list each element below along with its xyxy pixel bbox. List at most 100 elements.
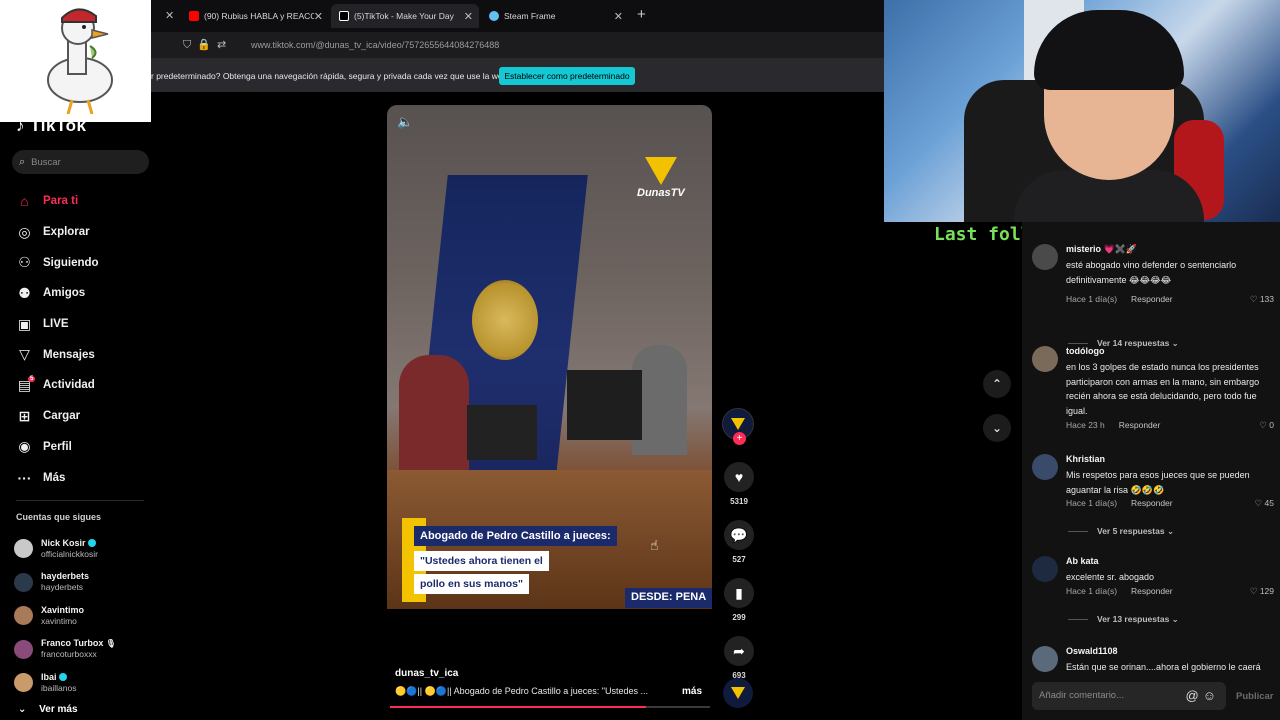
comment-username[interactable]: Ab kata <box>1066 556 1099 566</box>
heart-icon[interactable]: ♥ <box>724 462 754 492</box>
sidebar-item-para-ti[interactable]: ⌂ Para ti <box>16 186 151 217</box>
sidebar-item-perfil[interactable]: ◉ Perfil <box>16 432 151 463</box>
more-icon: ··· <box>17 469 32 486</box>
previous-video-button[interactable]: ⌃ <box>983 370 1011 398</box>
creator-avatar[interactable]: + <box>722 408 754 445</box>
comment-input[interactable]: Añadir comentario... @☺ <box>1032 682 1226 710</box>
description-more-link[interactable]: más <box>682 686 702 697</box>
sidebar-divider <box>16 500 144 501</box>
video-author[interactable]: dunas_tv_ica <box>395 668 458 679</box>
new-tab-button[interactable]: + <box>637 6 646 23</box>
set-default-button[interactable]: Establecer como predeterminado <box>499 67 635 85</box>
reply-button[interactable]: Responder <box>1131 294 1173 304</box>
view-replies-button[interactable]: Ver 13 respuestas ⌄ <box>1068 614 1179 625</box>
comment-username[interactable]: Khristian <box>1066 454 1105 464</box>
account-info: Xavintimo xavintimo <box>41 605 84 627</box>
address-bar[interactable]: ⛉🔒⇄ www.tiktok.com/@dunas_tv_ica/video/7… <box>151 32 884 59</box>
avatar[interactable] <box>1032 244 1058 270</box>
sidebar-item-amigos[interactable]: ⚉ Amigos <box>16 278 151 309</box>
avatar[interactable] <box>1032 346 1058 372</box>
infobar-message: r predeterminado? Obtenga una navegación… <box>151 71 510 81</box>
followed-account[interactable]: Franco Turbox 🎙 francoturboxxx <box>14 633 154 667</box>
sidebar-item-label: Siguiendo <box>43 256 99 269</box>
next-video-button[interactable]: ⌄ <box>983 414 1011 442</box>
like-action[interactable]: ♥ 5319 <box>722 462 756 506</box>
progress-fill <box>390 706 646 708</box>
sidebar-item-más[interactable]: ··· Más <box>16 462 151 493</box>
sidebar-item-siguiendo[interactable]: ⚇ Siguiendo <box>16 247 151 278</box>
avatar[interactable] <box>14 639 33 659</box>
sidebar-item-explorar[interactable]: ◎ Explorar <box>16 217 151 248</box>
followed-account[interactable]: Ibai ibaillanos <box>14 666 154 700</box>
comment-text: esté abogado vino defender o sentenciarl… <box>1066 260 1237 285</box>
heart-outline-icon: ♡ <box>1259 420 1270 430</box>
avatar[interactable] <box>14 539 33 559</box>
url-text[interactable]: www.tiktok.com/@dunas_tv_ica/video/75726… <box>251 40 499 50</box>
comment-username[interactable]: todólogo <box>1066 346 1104 356</box>
replies-divider <box>1068 531 1088 533</box>
comment-like-button[interactable]: ♡ 45 <box>1255 498 1274 509</box>
publish-button[interactable]: Publicar <box>1236 691 1274 702</box>
replies-divider <box>1068 343 1088 345</box>
comment-text: excelente sr. abogado <box>1066 572 1155 582</box>
close-icon[interactable]: ✕ <box>614 10 623 23</box>
tab-youtube[interactable]: (90) Rubius HABLA y REACCIONA ✕ <box>181 4 329 28</box>
reply-button[interactable]: Responder <box>1131 498 1173 508</box>
comment-time: Hace 1 día(s) <box>1066 294 1118 304</box>
sidebar-item-live[interactable]: ▣ LIVE <box>16 309 151 340</box>
reply-button[interactable]: Responder <box>1131 586 1173 596</box>
tab-tiktok[interactable]: (5)TikTok - Make Your Day ✕ <box>331 4 479 28</box>
view-replies-button[interactable]: Ver 5 respuestas ⌄ <box>1068 526 1174 537</box>
save-action[interactable]: ▮ 299 <box>722 578 756 622</box>
avatar[interactable] <box>14 673 33 693</box>
followed-account[interactable]: Nick Kosir officialnickkosir <box>14 532 154 566</box>
music-disc[interactable] <box>723 678 753 708</box>
sidebar-item-label: Amigos <box>43 287 86 300</box>
video-progress-bar[interactable] <box>390 706 710 708</box>
avatar[interactable] <box>1032 556 1058 582</box>
avatar[interactable] <box>14 572 33 592</box>
tab-close-icon[interactable]: ✕ <box>165 9 174 22</box>
bookmark-icon[interactable]: ▮ <box>724 578 754 608</box>
heart-outline-icon: ♡ <box>1249 294 1260 304</box>
account-handle: francoturboxxx <box>41 649 97 660</box>
account-info: Nick Kosir officialnickkosir <box>41 538 98 560</box>
avatar[interactable] <box>14 606 33 626</box>
followed-account[interactable]: Xavintimo xavintimo <box>14 599 154 633</box>
chevron-down-icon: ⌄ <box>991 421 1003 435</box>
browser-tab-bar: ✕ (90) Rubius HABLA y REACCIONA ✕ (5)Tik… <box>151 0 884 32</box>
search-input[interactable]: ⌕ Buscar <box>12 150 149 174</box>
comment-icon[interactable]: 💬 <box>724 520 754 550</box>
video-person <box>399 355 469 475</box>
comment-meta: Hace 1 día(s) Responder <box>1066 294 1173 304</box>
comment-action[interactable]: 💬 527 <box>722 520 756 564</box>
comment-like-button[interactable]: ♡ 133 <box>1250 294 1274 305</box>
sidebar-nav: ⌂ Para ti ◎ Explorar ⚇ Siguiendo ⚉ Amigos ▣ LIVE ▽… <box>16 186 151 493</box>
chevron-down-icon: ⌄ <box>1169 614 1179 624</box>
see-more-link[interactable]: ⌄ Ver más <box>18 704 78 715</box>
close-icon[interactable]: ✕ <box>464 10 473 23</box>
sidebar-item-mensajes[interactable]: ▽ Mensajes <box>16 339 151 370</box>
comment-like-button[interactable]: ♡ 0 <box>1259 420 1274 431</box>
sidebar-item-actividad[interactable]: ▤ Actividad 5 <box>16 370 151 401</box>
comment-text: Mis respetos para esos jueces que se pue… <box>1066 470 1250 495</box>
tab-steam[interactable]: Steam Frame ✕ <box>481 4 629 28</box>
comment-username[interactable]: Oswald1108 <box>1066 646 1118 656</box>
share-icon[interactable]: ➦ <box>724 636 754 666</box>
avatar[interactable] <box>1032 646 1058 672</box>
youtube-icon <box>189 11 199 21</box>
shield-lock-icon: ⛉🔒⇄ <box>183 39 233 51</box>
mention-emoji-icon[interactable]: @☺ <box>1186 688 1220 703</box>
followed-account[interactable]: hayderbets hayderbets <box>14 566 154 600</box>
sidebar-item-cargar[interactable]: ⊞ Cargar <box>16 401 151 432</box>
share-action[interactable]: ➦ 693 <box>722 636 756 680</box>
comment-username[interactable]: misterio 💗✖️🚀 <box>1066 244 1137 255</box>
comment-like-button[interactable]: ♡ 129 <box>1250 586 1274 597</box>
sound-icon[interactable]: 🔈 <box>397 114 413 130</box>
follow-plus-icon[interactable]: + <box>733 432 746 445</box>
account-name: Nick Kosir <box>41 538 98 549</box>
tiktok-logo[interactable]: ♪ TikTok <box>16 116 86 136</box>
reply-button[interactable]: Responder <box>1119 420 1161 430</box>
avatar[interactable] <box>1032 454 1058 480</box>
close-icon[interactable]: ✕ <box>314 10 323 23</box>
